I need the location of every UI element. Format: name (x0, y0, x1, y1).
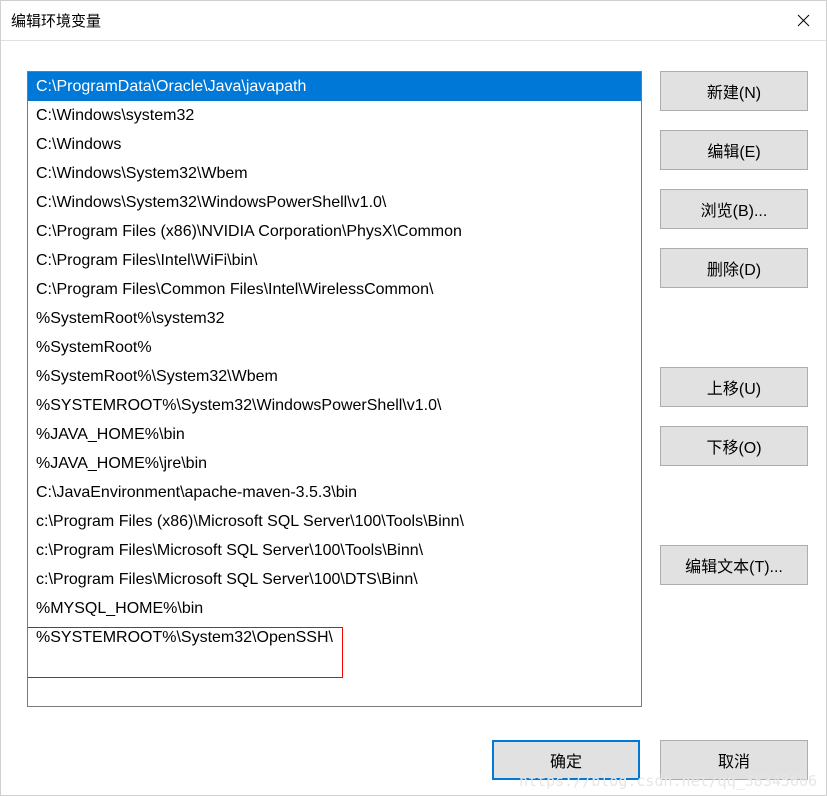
edit-text-button[interactable]: 编辑文本(T)... (660, 545, 808, 585)
list-item[interactable]: c:\Program Files\Microsoft SQL Server\10… (28, 536, 641, 565)
list-item[interactable]: C:\Program Files (x86)\NVIDIA Corporatio… (28, 217, 641, 246)
list-item[interactable]: C:\Program Files\Intel\WiFi\bin\ (28, 246, 641, 275)
list-item[interactable]: %SystemRoot%\system32 (28, 304, 641, 333)
content-area: C:\ProgramData\Oracle\Java\javapathC:\Wi… (1, 41, 826, 725)
ok-button[interactable]: 确定 (492, 740, 640, 780)
list-item[interactable]: %SystemRoot%\System32\Wbem (28, 362, 641, 391)
close-button[interactable] (780, 1, 826, 41)
list-item[interactable]: %MYSQL_HOME%\bin (28, 594, 641, 623)
list-item[interactable]: C:\ProgramData\Oracle\Java\javapath (28, 72, 641, 101)
titlebar: 编辑环境变量 (1, 1, 826, 41)
new-button[interactable]: 新建(N) (660, 71, 808, 111)
button-column: 新建(N) 编辑(E) 浏览(B)... 删除(D) 上移(U) 下移(O) 编… (660, 71, 808, 713)
list-item[interactable]: C:\Windows\System32\WindowsPowerShell\v1… (28, 188, 641, 217)
list-item[interactable]: c:\Program Files (x86)\Microsoft SQL Ser… (28, 507, 641, 536)
list-item[interactable]: C:\Windows\system32 (28, 101, 641, 130)
list-item[interactable]: C:\Windows (28, 130, 641, 159)
path-listbox[interactable]: C:\ProgramData\Oracle\Java\javapathC:\Wi… (27, 71, 642, 707)
dialog-footer: 确定 取消 (1, 725, 826, 795)
window-title: 编辑环境变量 (11, 10, 101, 31)
move-up-button[interactable]: 上移(U) (660, 367, 808, 407)
list-item[interactable]: %SYSTEMROOT%\System32\WindowsPowerShell\… (28, 391, 641, 420)
delete-button[interactable]: 删除(D) (660, 248, 808, 288)
list-item[interactable]: %SystemRoot% (28, 333, 641, 362)
move-down-button[interactable]: 下移(O) (660, 426, 808, 466)
list-item[interactable]: C:\Windows\System32\Wbem (28, 159, 641, 188)
browse-button[interactable]: 浏览(B)... (660, 189, 808, 229)
edit-button[interactable]: 编辑(E) (660, 130, 808, 170)
close-icon (797, 14, 810, 27)
dialog-window: 编辑环境变量 C:\ProgramData\Oracle\Java\javapa… (0, 0, 827, 796)
list-item[interactable]: C:\Program Files\Common Files\Intel\Wire… (28, 275, 641, 304)
list-item[interactable]: c:\Program Files\Microsoft SQL Server\10… (28, 565, 641, 594)
list-item[interactable]: %SYSTEMROOT%\System32\OpenSSH\ (28, 623, 641, 652)
list-item[interactable]: %JAVA_HOME%\jre\bin (28, 449, 641, 478)
cancel-button[interactable]: 取消 (660, 740, 808, 780)
list-item[interactable]: C:\JavaEnvironment\apache-maven-3.5.3\bi… (28, 478, 641, 507)
list-item[interactable]: %JAVA_HOME%\bin (28, 420, 641, 449)
